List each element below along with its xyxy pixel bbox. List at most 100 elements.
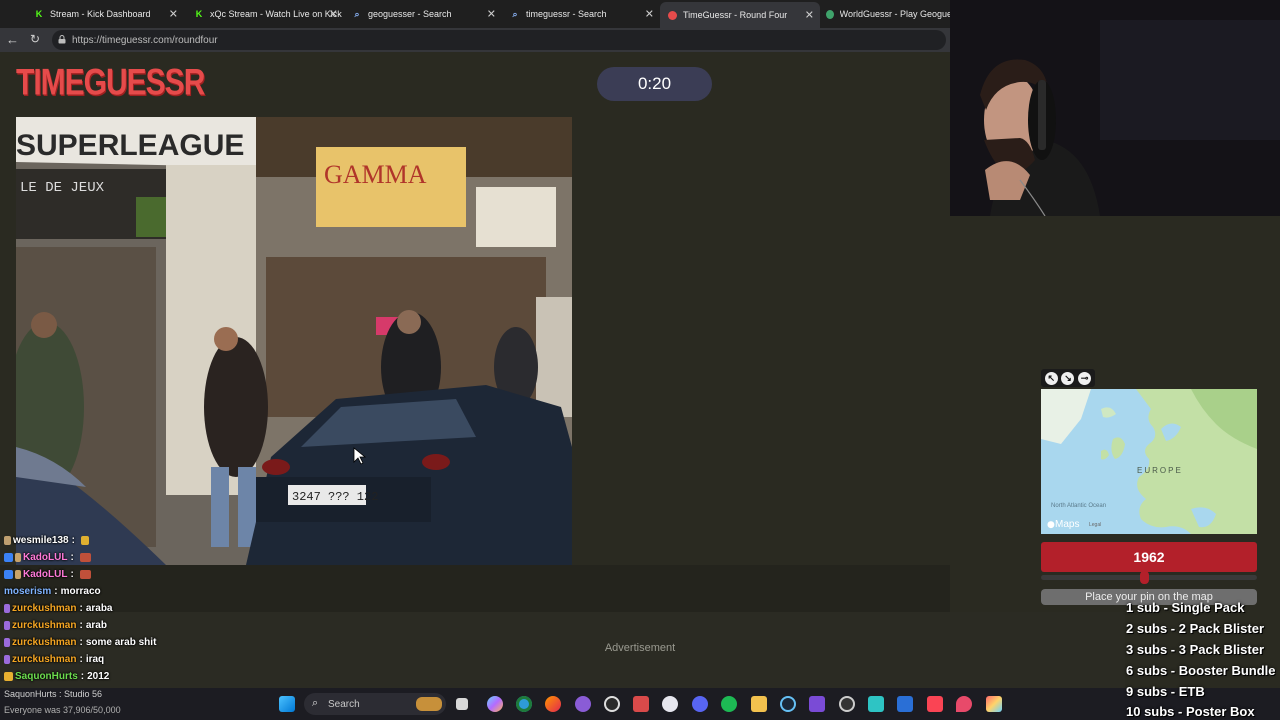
sub-goals-overlay: 1 sub - Single Pack 2 subs - 2 Pack Blis… (1126, 600, 1280, 720)
chat-message: wesmile138: (4, 532, 89, 548)
discord-icon[interactable] (692, 696, 708, 712)
shrink-map-icon[interactable]: ↘ (1061, 371, 1075, 385)
advertisement-label: Advertisement (604, 642, 676, 654)
app-colorful-icon[interactable] (986, 696, 1002, 712)
close-icon[interactable]: ✕ (169, 8, 178, 21)
chat-message: zurckushman: some arab shit (4, 634, 156, 650)
chat-username: zurckushman (12, 602, 77, 614)
back-icon[interactable]: ← (6, 32, 19, 47)
chat-separator: : (79, 636, 83, 648)
file-explorer-icon[interactable] (751, 696, 767, 712)
app-purple-icon[interactable] (809, 696, 825, 712)
expand-map-icon[interactable]: ↖ (1044, 371, 1058, 385)
guess-map[interactable]: EUROPE North Atlantic Ocean Maps ● Legal (1041, 389, 1257, 534)
apple-logo-icon: ● (1047, 520, 1055, 530)
tab-worldguessr[interactable]: WorldGuessr - Play Geoguessr f (818, 4, 950, 24)
itunes-icon[interactable] (662, 696, 678, 712)
streamer-webcam (950, 0, 1280, 216)
spotify-icon[interactable] (721, 696, 737, 712)
sub-goal-item: 3 subs - 3 Pack Blister (1126, 642, 1265, 657)
map-toolbar: ↖ ↘ ⊸ (1041, 369, 1095, 387)
reload-icon[interactable]: ↻ (30, 32, 40, 46)
round-photo[interactable]: SUPERLEAGUE LE DE JEUX GAMMA 3247 ??? 12… (16, 117, 572, 565)
map-legal-link[interactable]: Legal (1089, 522, 1101, 528)
chat-separator: : (70, 551, 74, 563)
close-icon[interactable]: ✕ (645, 8, 654, 21)
tab-xqc-stream[interactable]: K xQc Stream - Watch Live on Kick ✕ (186, 4, 344, 24)
site-info-icon[interactable] (58, 35, 66, 44)
steam-icon[interactable] (780, 696, 796, 712)
sub-badge-icon (4, 671, 13, 681)
sub-badge-icon (4, 603, 10, 613)
sub-badge-icon (4, 620, 10, 630)
tab-timeguessr-search[interactable]: ⌕ timeguessr - Search ✕ (502, 4, 660, 24)
tab-kick-dashboard[interactable]: K Stream - Kick Dashboard ✕ (26, 4, 184, 24)
tab-geoguesser-search[interactable]: ⌕ geoguesser - Search ✕ (344, 4, 502, 24)
tab-title: Stream - Kick Dashboard (50, 9, 151, 19)
fx-icon[interactable] (897, 696, 913, 712)
task-view-icon[interactable] (456, 698, 468, 710)
verified-badge-icon (15, 569, 21, 579)
chat-message: zurckushman: iraq (4, 651, 104, 667)
tab-title: timeguessr - Search (526, 9, 607, 19)
chat-separator: : (70, 568, 74, 580)
apple-maps-attribution: Maps (1055, 519, 1079, 530)
year-display: 1962 (1041, 542, 1257, 572)
valorant-icon[interactable] (927, 696, 943, 712)
close-icon[interactable]: ✕ (487, 8, 496, 21)
pin-map-icon[interactable]: ⊸ (1078, 371, 1092, 385)
chat-separator: : (79, 653, 83, 665)
chrome-icon[interactable] (516, 696, 532, 712)
photo-sign-superleague: SUPERLEAGUE (16, 129, 244, 162)
app-red-icon[interactable] (633, 696, 649, 712)
tab-timeguessr-round-four[interactable]: TimeGuessr - Round Four ✕ (660, 2, 820, 28)
tab-title: geoguesser - Search (368, 9, 452, 19)
sub-goal-item: 2 subs - 2 Pack Blister (1126, 621, 1265, 636)
photo-sign-jeux: LE DE JEUX (20, 180, 105, 196)
sub-goal-item: 9 subs - ETB (1126, 684, 1205, 699)
chat-username: KadoLUL (23, 568, 68, 580)
year-slider-thumb[interactable] (1140, 571, 1150, 584)
windows-start-icon[interactable] (279, 696, 295, 712)
firefox-icon[interactable] (545, 696, 561, 712)
search-icon: ⌕ (512, 8, 518, 19)
copilot-icon[interactable] (487, 696, 503, 712)
search-highlight-icon (416, 697, 442, 711)
obs-icon[interactable] (604, 696, 620, 712)
chat-emote-icon (79, 552, 91, 562)
europe-map: EUROPE North Atlantic Ocean Maps ● Legal (1041, 389, 1257, 534)
chat-message: zurckushman: arab (4, 617, 107, 633)
timeguessr-logo[interactable]: TIMEGUESSR (16, 62, 205, 105)
photo-sign-gamma: GAMMA (324, 160, 427, 189)
sub-badge-icon (4, 637, 10, 647)
maps-pin-icon[interactable] (956, 696, 972, 712)
app-circle-icon[interactable] (839, 696, 855, 712)
chat-text: some arab shit (85, 636, 157, 648)
timeguessr-icon (668, 10, 677, 20)
map-label-europe: EUROPE (1137, 466, 1183, 475)
street-scene-image: SUPERLEAGUE LE DE JEUX GAMMA 3247 ??? 12… (16, 117, 572, 565)
close-icon[interactable]: ✕ (805, 9, 814, 22)
taskbar-search-label: Search (328, 698, 360, 710)
close-icon[interactable]: ✕ (329, 8, 338, 21)
url-text: https://timeguessr.com/roundfour (72, 34, 218, 46)
sub-goal-item: 6 subs - Booster Bundle (1126, 663, 1276, 678)
address-row: ← ↻ https://timeguessr.com/roundfour (0, 28, 950, 52)
twitch-app-icon[interactable] (575, 696, 591, 712)
chat-emote-icon (80, 535, 89, 545)
chat-text: 2012 (87, 670, 110, 682)
sub-badge-icon (4, 552, 13, 562)
chat-text: iraq (85, 653, 105, 665)
chat-message: zurckushman: araba (4, 600, 113, 616)
url-bar[interactable]: https://timeguessr.com/roundfour (52, 30, 946, 50)
chat-text: arab (85, 619, 107, 631)
round-timer: 0:20 (597, 67, 712, 101)
app-cyan-icon[interactable] (868, 696, 884, 712)
sub-goal-item: 1 sub - Single Pack (1126, 600, 1245, 615)
page-lower-band (0, 565, 1040, 612)
taskbar-search[interactable]: ⌕ Search (304, 693, 446, 715)
verified-badge-icon (15, 552, 21, 562)
chat-badge-icon (4, 535, 11, 545)
tab-title: TimeGuessr - Round Four (683, 10, 788, 20)
chat-message: moserism: morraco (4, 583, 101, 599)
